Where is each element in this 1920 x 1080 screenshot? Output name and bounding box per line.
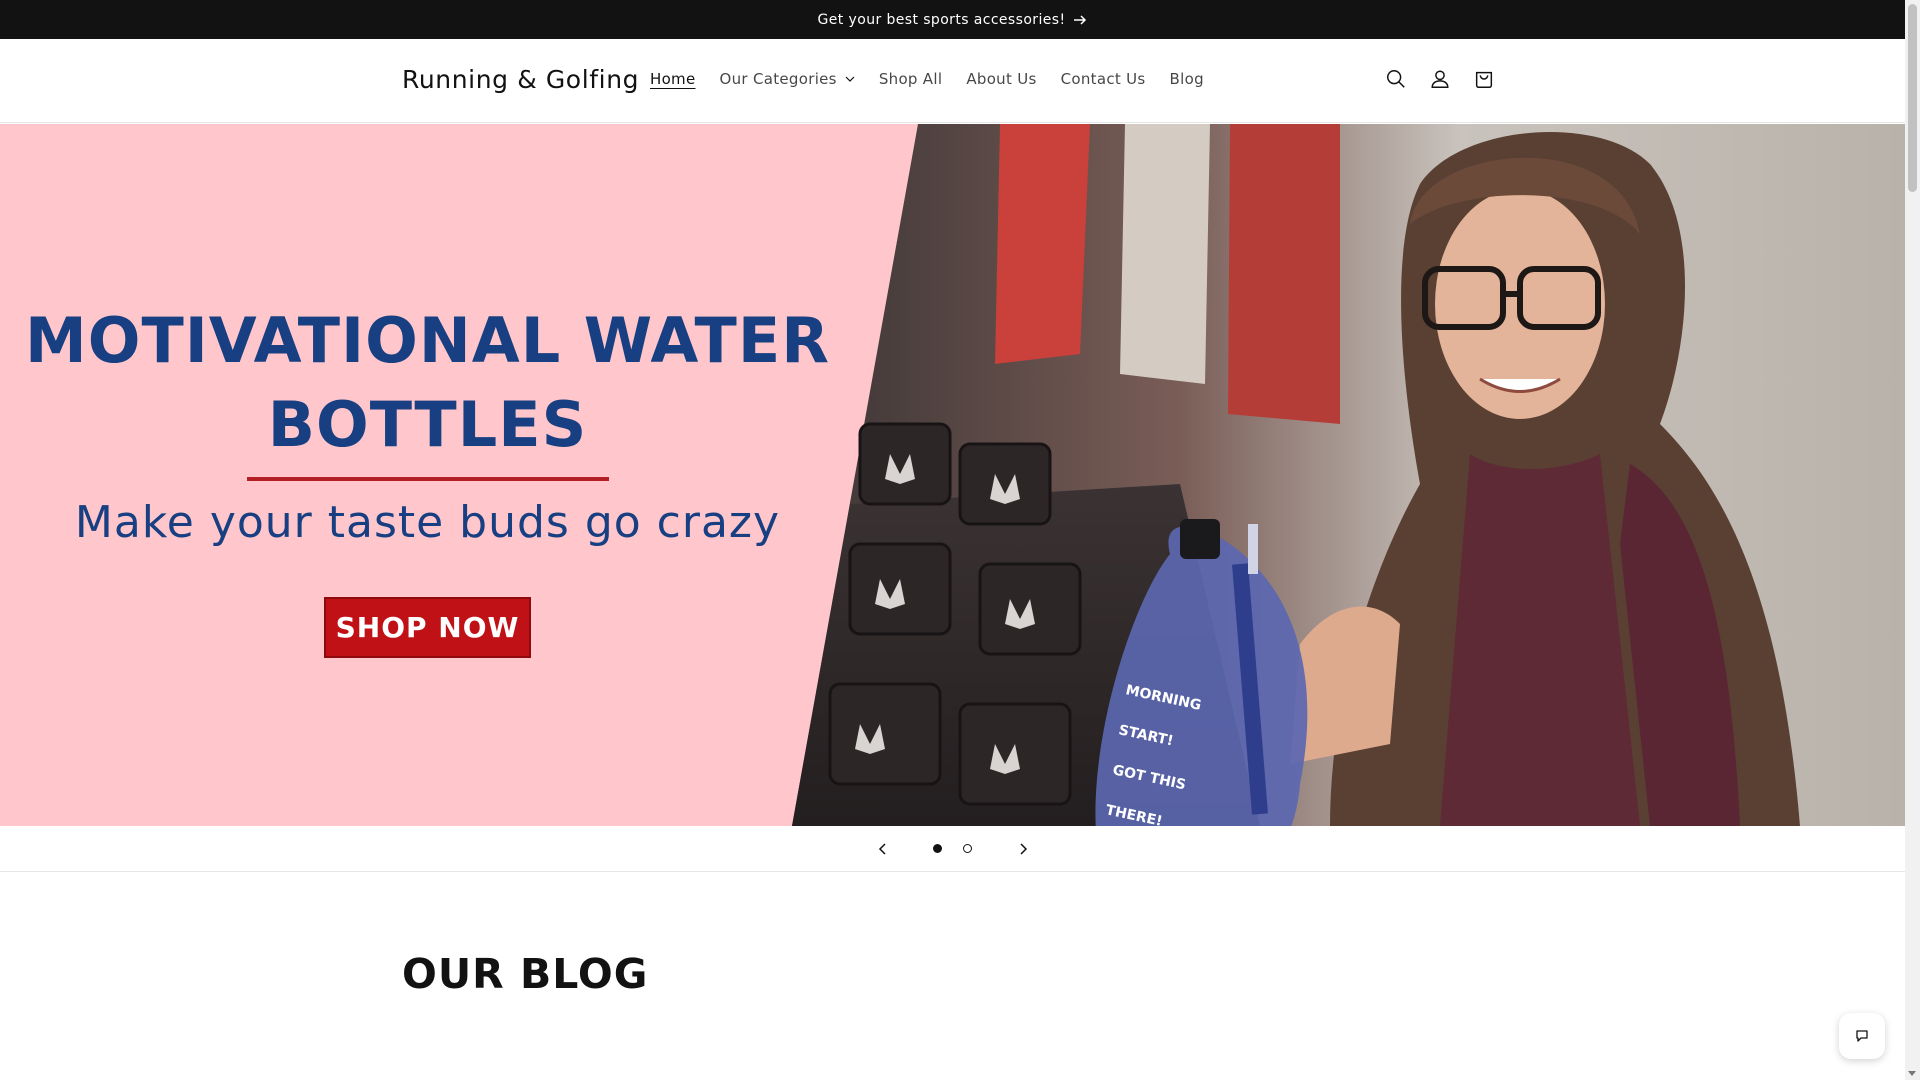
slider-controls	[0, 826, 1905, 872]
nav-item-our-categories[interactable]: Our Categories	[720, 70, 855, 88]
cart-button[interactable]	[1472, 67, 1496, 91]
announcement-bar: Get your best sports accessories!	[0, 0, 1905, 39]
scroll-down-arrow-icon[interactable]	[1908, 1071, 1916, 1076]
nav-item-home[interactable]: Home	[650, 70, 696, 88]
account-icon	[1431, 70, 1449, 88]
nav-item-contact-us[interactable]: Contact Us	[1061, 70, 1146, 88]
chat-icon	[1856, 1030, 1868, 1042]
chevron-right-icon	[1019, 842, 1027, 855]
chevron-left-icon	[878, 842, 886, 855]
next-slide-button[interactable]	[1008, 834, 1038, 864]
site-header: Running & Golfing Home Our Categories Sh…	[0, 39, 1905, 123]
nav-item-shop-all[interactable]: Shop All	[879, 70, 943, 88]
chevron-down-icon	[845, 76, 855, 82]
arrow-right-icon	[1074, 14, 1087, 25]
shop-now-button[interactable]: SHOP NOW	[324, 597, 531, 658]
search-icon	[1387, 70, 1405, 88]
page-scrollbar[interactable]	[1905, 0, 1920, 1080]
main-nav: Home Our Categories Shop All About Us Co…	[650, 70, 1228, 88]
hero-heading-line2: BOTTLES	[267, 388, 588, 461]
slide-dot-1[interactable]	[932, 843, 944, 855]
slide-dots	[932, 843, 974, 855]
previous-slide-button[interactable]	[868, 834, 898, 864]
hero-divider	[246, 477, 609, 481]
slide-dot-2[interactable]	[962, 843, 974, 855]
announcement-link[interactable]: Get your best sports accessories!	[818, 12, 1088, 28]
hero-text: MOTIVATIONAL WATER BOTTLES Make your tas…	[0, 299, 855, 548]
site-logo[interactable]: Running & Golfing	[402, 65, 639, 94]
chat-button[interactable]	[1839, 1013, 1885, 1059]
nav-item-blog[interactable]: Blog	[1170, 70, 1204, 88]
search-button[interactable]	[1384, 67, 1408, 91]
account-button[interactable]	[1428, 67, 1452, 91]
hero-subheading: Make your taste buds go crazy	[74, 497, 781, 548]
cart-icon	[1475, 71, 1493, 88]
header-icons	[1384, 67, 1496, 91]
announcement-text: Get your best sports accessories!	[817, 11, 1066, 28]
scrollbar-thumb[interactable]	[1908, 4, 1917, 192]
blog-section-title: OUR BLOG	[402, 950, 649, 998]
nav-item-label: Our Categories	[719, 70, 837, 88]
hero-slideshow: MORNING START! GOT THIS THERE! MOTIVATIO…	[0, 124, 1905, 826]
nav-item-about-us[interactable]: About Us	[966, 70, 1036, 88]
hero-heading-line1: MOTIVATIONAL WATER	[25, 304, 830, 377]
